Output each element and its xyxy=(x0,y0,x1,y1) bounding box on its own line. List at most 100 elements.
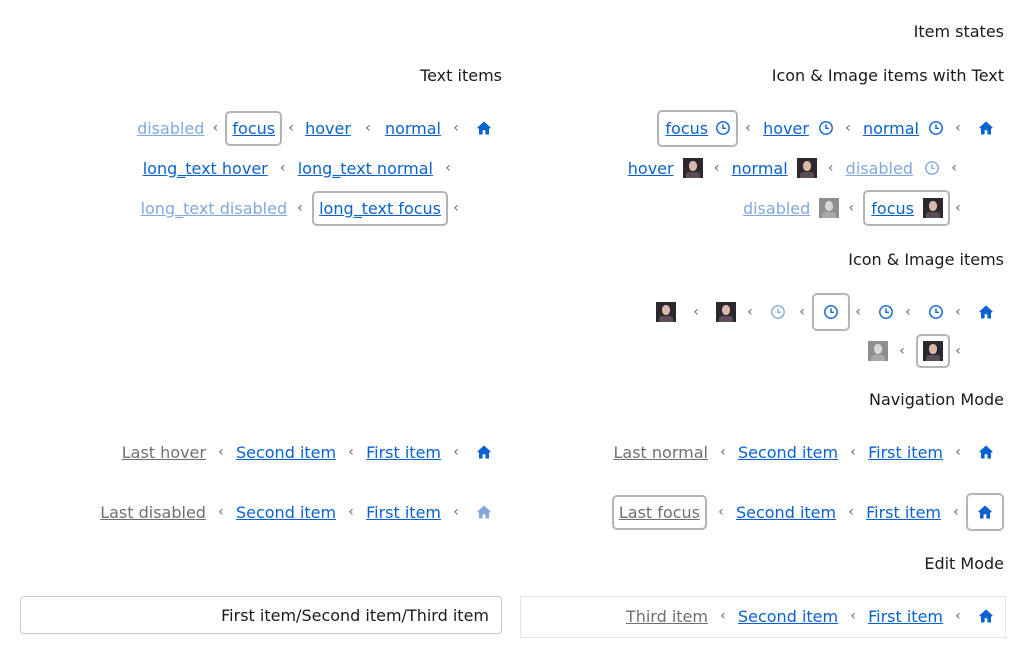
chevron-left-icon: ‹ xyxy=(453,504,459,520)
chevron-left-icon: ‹ xyxy=(848,504,854,520)
avatar-image xyxy=(682,158,703,178)
clock-icon xyxy=(715,120,731,136)
text-items-row-2: long_text hover ‹ long_text normal ‹ xyxy=(142,152,462,184)
breadcrumb-third-item: Third item xyxy=(625,606,708,626)
chevron-left-icon: ‹ xyxy=(445,160,451,176)
chevron-left-icon: ‹ xyxy=(218,444,224,460)
chevron-left-icon: ‹ xyxy=(845,120,851,136)
clock-icon xyxy=(818,120,834,136)
icon-text-row-3: disabled ‹ focus ‹ xyxy=(742,190,964,226)
home-icon[interactable] xyxy=(978,304,994,320)
breadcrumb-last-focus[interactable]: Last focus xyxy=(611,494,707,530)
chevron-left-icon: ‹ xyxy=(288,120,294,136)
nav-row-hover: Last hover ‹ Second item ‹ First item ‹ xyxy=(121,436,492,468)
home-icon xyxy=(977,504,993,520)
breadcrumb-second-item[interactable]: Second item xyxy=(737,443,839,462)
path-edit-input[interactable]: First item/Second item/Third item xyxy=(20,596,502,634)
breadcrumb-first-item[interactable]: First item xyxy=(365,503,442,522)
clock-icon[interactable] xyxy=(878,304,894,320)
breadcrumb-first-item[interactable]: First item xyxy=(365,443,442,462)
clock-icon xyxy=(924,160,940,176)
breadcrumb-first-item[interactable]: First item xyxy=(867,607,944,626)
chevron-left-icon: ‹ xyxy=(850,608,856,624)
breadcrumb-item-long-normal[interactable]: long_text normal xyxy=(297,159,434,178)
nav-row-disabled: Last disabled ‹ Second item ‹ First item… xyxy=(99,496,492,528)
clock-icon xyxy=(770,304,786,320)
chevron-left-icon: ‹ xyxy=(720,444,726,460)
breadcrumb-item-hover-image[interactable]: hover xyxy=(627,159,675,178)
text-items-row-1: disabled ‹ focus ‹ hover ‹ normal ‹ xyxy=(136,110,492,146)
home-icon[interactable] xyxy=(476,444,492,460)
home-icon[interactable] xyxy=(978,444,994,460)
breadcrumb-item-focus-avatar[interactable] xyxy=(916,334,950,368)
breadcrumb-item-normal[interactable]: normal xyxy=(384,119,442,138)
home-icon xyxy=(476,504,492,520)
chevron-left-icon: ‹ xyxy=(718,504,724,520)
chevron-left-icon: ‹ xyxy=(745,120,751,136)
item-label: focus xyxy=(665,118,709,138)
breadcrumb-item-focus-clock[interactable] xyxy=(812,293,850,331)
chevron-left-icon: ‹ xyxy=(799,304,805,320)
chevron-left-icon: ‹ xyxy=(747,304,753,320)
breadcrumb-item-normal-image[interactable]: normal xyxy=(731,159,789,178)
nav-row-normal: Last normal ‹ Second item ‹ First item ‹ xyxy=(612,436,994,468)
breadcrumb-second-item[interactable]: Second item xyxy=(235,503,337,522)
breadcrumb-item-long-focus[interactable]: long_text focus xyxy=(312,190,448,226)
breadcrumb-item-long-hover[interactable]: long_text hover xyxy=(142,159,269,178)
chevron-left-icon: ‹ xyxy=(365,120,371,136)
edit-mode-heading: Edit Mode xyxy=(924,554,1004,573)
icon-text-row-2: hover ‹ normal ‹ disabled ‹ xyxy=(627,152,964,184)
icon-image-row-1: ‹ ‹ ‹ ‹ ‹ ‹ xyxy=(656,292,994,332)
breadcrumb-home-focus[interactable] xyxy=(966,493,1004,531)
path-edit-value: First item/Second item/Third item xyxy=(221,605,489,625)
breadcrumb-item-long-disabled: long_text disabled xyxy=(140,198,288,218)
home-icon[interactable] xyxy=(476,120,492,136)
chevron-left-icon: ‹ xyxy=(348,444,354,460)
breadcrumb-item-hover[interactable]: hover xyxy=(304,119,352,138)
text-items-row-3: long_text disabled ‹ long_text focus ‹ xyxy=(140,190,462,226)
chevron-left-icon: ‹ xyxy=(953,504,959,520)
avatar-image[interactable] xyxy=(656,302,676,322)
breadcrumb-second-item[interactable]: Second item xyxy=(735,503,837,522)
breadcrumb-item-focus-icon[interactable]: focus xyxy=(657,109,739,147)
breadcrumb-item-disabled-image: disabled xyxy=(742,198,811,218)
icon-image-heading: Icon & Image items xyxy=(848,250,1004,269)
breadcrumb-second-item[interactable]: Second item xyxy=(737,607,839,626)
breadcrumb-last-disabled: Last disabled xyxy=(100,502,206,522)
chevron-left-icon: ‹ xyxy=(279,160,286,176)
item-label: focus xyxy=(871,198,914,218)
text-items-heading: Text items xyxy=(420,66,502,85)
chevron-left-icon: ‹ xyxy=(905,304,911,320)
chevron-left-icon: ‹ xyxy=(693,304,699,320)
home-icon[interactable] xyxy=(978,608,994,624)
chevron-left-icon: ‹ xyxy=(955,120,961,136)
nav-row-focus: Last focus ‹ Second item ‹ First item ‹ xyxy=(611,492,1004,532)
breadcrumb-last-normal: Last normal xyxy=(613,442,708,462)
breadcrumb-item-focus-image[interactable]: focus xyxy=(863,190,950,226)
breadcrumb-first-item[interactable]: First item xyxy=(865,503,942,522)
chevron-left-icon: ‹ xyxy=(955,200,961,216)
chevron-left-icon: ‹ xyxy=(212,120,219,136)
breadcrumb-item-hover-icon[interactable]: hover xyxy=(762,119,810,138)
chevron-left-icon: ‹ xyxy=(348,504,354,520)
chevron-left-icon: ‹ xyxy=(453,200,459,216)
clock-icon xyxy=(823,304,839,320)
breadcrumb-second-item[interactable]: Second item xyxy=(235,443,337,462)
clock-icon[interactable] xyxy=(928,304,944,320)
home-icon[interactable] xyxy=(978,120,994,136)
breadcrumb-first-item[interactable]: First item xyxy=(867,443,944,462)
chevron-left-icon: ‹ xyxy=(955,444,961,460)
chevron-left-icon: ‹ xyxy=(713,160,720,176)
edit-mode-breadcrumb: Third item ‹ Second item ‹ First item ‹ xyxy=(625,600,994,632)
icon-text-row-1: focus ‹ hover ‹ normal ‹ xyxy=(657,108,994,148)
breadcrumb-item-normal-icon[interactable]: normal xyxy=(862,119,920,138)
chevron-left-icon: ‹ xyxy=(827,160,834,176)
chevron-left-icon: ‹ xyxy=(951,160,957,176)
chevron-left-icon: ‹ xyxy=(955,343,961,359)
avatar-image xyxy=(923,198,943,218)
chevron-left-icon: ‹ xyxy=(848,200,855,216)
avatar-image[interactable] xyxy=(716,302,736,322)
chevron-left-icon: ‹ xyxy=(955,304,961,320)
breadcrumb-item-focus[interactable]: focus xyxy=(225,110,283,146)
avatar-image xyxy=(819,198,840,218)
